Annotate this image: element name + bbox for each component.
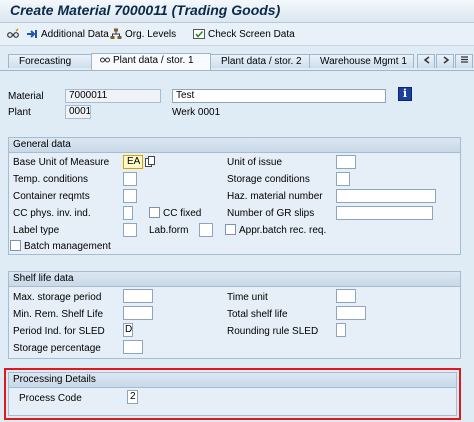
general-data-header: General data: [9, 138, 460, 153]
chevron-right-icon: [443, 56, 450, 64]
shelf-life-header: Shelf life data: [9, 272, 460, 287]
material-number-field[interactable]: 7000011: [65, 89, 161, 103]
gr-slips-field[interactable]: [336, 206, 433, 220]
title-bar: Create Material 7000011 (Trading Goods): [0, 0, 474, 23]
storage-conditions-field[interactable]: [336, 172, 350, 186]
unit-of-issue-field[interactable]: [336, 155, 356, 169]
list-icon: [461, 56, 468, 63]
tab-strip: Forecasting Plant data / stor. 1 Plant d…: [0, 53, 474, 70]
lab-form-label: Lab.form: [149, 225, 189, 236]
min-rem-shelf-field[interactable]: [123, 306, 153, 320]
max-storage-field[interactable]: [123, 289, 153, 303]
tab-scroll-left-button[interactable]: [417, 54, 435, 68]
org-levels-icon: [110, 28, 122, 39]
total-shelf-life-label: Total shelf life: [227, 309, 288, 320]
cc-phys-inv-label: CC phys. inv. ind.: [13, 208, 91, 219]
tab-plant-data-stor-1-label: Plant data / stor. 1: [113, 55, 194, 66]
tab-forecasting-label: Forecasting: [19, 56, 72, 67]
storage-percentage-field[interactable]: [123, 340, 143, 354]
haz-material-label: Haz. material number: [227, 191, 323, 202]
chevron-left-icon: [423, 56, 430, 64]
base-unit-label: Base Unit of Measure: [13, 157, 110, 168]
material-label: Material: [8, 91, 44, 102]
tab-plant-data-stor-2-label: Plant data / stor. 2: [221, 56, 302, 67]
highlight-frame: [4, 368, 461, 420]
appr-batch-label: Appr.batch rec. req.: [239, 225, 327, 236]
temp-conditions-field[interactable]: [123, 172, 137, 186]
time-unit-field[interactable]: [336, 289, 356, 303]
plant-name: Werk 0001: [172, 107, 221, 118]
tab-warehouse-mgmt-1-label: Warehouse Mgmt 1: [320, 56, 407, 67]
storage-percentage-label: Storage percentage: [13, 343, 101, 354]
time-unit-label: Time unit: [227, 292, 268, 303]
tab-plant-data-stor-1[interactable]: Plant data / stor. 1: [91, 53, 211, 70]
plant-field[interactable]: 0001: [65, 105, 91, 119]
copy-icon[interactable]: [145, 156, 156, 167]
max-storage-label: Max. storage period: [13, 292, 102, 303]
container-reqmts-field[interactable]: [123, 189, 137, 203]
tab-scroll-right-button[interactable]: [436, 54, 454, 68]
cc-fixed-checkbox[interactable]: [149, 207, 160, 218]
check-screen-icon: [193, 29, 205, 39]
org-levels-button[interactable]: Org. Levels: [110, 26, 176, 42]
cc-fixed-label: CC fixed: [163, 208, 202, 219]
rounding-rule-label: Rounding rule SLED: [227, 326, 319, 337]
tab-warehouse-mgmt-1[interactable]: Warehouse Mgmt 1: [309, 54, 414, 68]
lab-form-field[interactable]: [199, 223, 213, 237]
tab-forecasting[interactable]: Forecasting: [8, 54, 92, 68]
unit-of-issue-label: Unit of issue: [227, 157, 283, 168]
period-ind-label: Period Ind. for SLED: [13, 326, 105, 337]
tab-plant-data-stor-2[interactable]: Plant data / stor. 2: [210, 54, 310, 68]
label-type-label: Label type: [13, 225, 60, 236]
glasses-icon: [100, 57, 110, 63]
temp-conditions-label: Temp. conditions: [13, 174, 89, 185]
total-shelf-life-field[interactable]: [336, 306, 366, 320]
glasses-icon: [7, 28, 19, 38]
display-change-button[interactable]: [7, 26, 19, 42]
additional-data-label: Additional Data: [41, 28, 109, 40]
org-levels-label: Org. Levels: [125, 28, 177, 40]
check-screen-data-button[interactable]: Check Screen Data: [193, 26, 295, 42]
check-screen-data-label: Check Screen Data: [208, 28, 295, 40]
plant-label: Plant: [8, 107, 31, 118]
rounding-rule-field[interactable]: [336, 323, 346, 337]
haz-material-field[interactable]: [336, 189, 436, 203]
base-unit-field[interactable]: EA: [123, 155, 143, 169]
min-rem-shelf-label: Min. Rem. Shelf Life: [13, 309, 104, 320]
storage-conditions-label: Storage conditions: [227, 174, 310, 185]
info-icon[interactable]: i: [398, 87, 412, 101]
additional-data-icon: [27, 30, 37, 38]
label-type-field[interactable]: [123, 223, 137, 237]
material-description-field[interactable]: Test: [172, 89, 386, 103]
container-reqmts-label: Container reqmts: [13, 191, 90, 202]
period-ind-field[interactable]: D: [123, 323, 133, 337]
gr-slips-label: Number of GR slips: [227, 208, 315, 219]
additional-data-button[interactable]: Additional Data: [26, 26, 109, 42]
tab-list-button[interactable]: [455, 54, 473, 68]
batch-management-checkbox[interactable]: [10, 240, 21, 251]
cc-phys-inv-field[interactable]: [123, 206, 133, 220]
appr-batch-checkbox[interactable]: [225, 224, 236, 235]
application-toolbar: Additional Data Org. Levels Check Screen…: [0, 23, 474, 46]
page-title: Create Material 7000011 (Trading Goods): [10, 2, 281, 18]
batch-management-label: Batch management: [24, 241, 111, 252]
